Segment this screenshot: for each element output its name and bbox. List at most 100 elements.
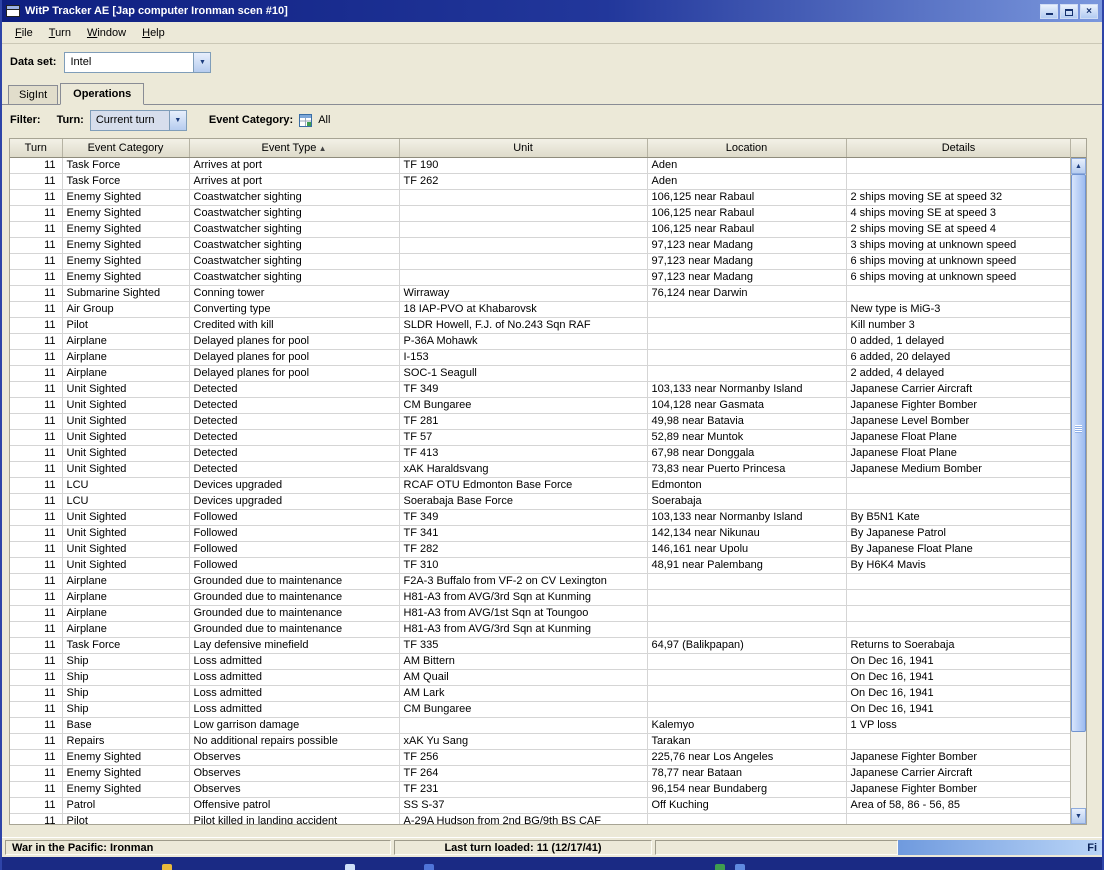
scrollbar-track[interactable] [1071, 174, 1086, 808]
maximize-button[interactable] [1060, 3, 1078, 19]
table-row[interactable]: 11 Enemy Sighted Coastwatcher sighting 97,1… [10, 237, 1070, 254]
table-row[interactable]: 11 Air Group Converting type 18 IAP-PVO at … [10, 301, 1070, 318]
table-row[interactable]: 11 Airplane Grounded due to maintenance H81… [10, 589, 1070, 606]
cell-turn: 11 [10, 781, 63, 798]
table-row[interactable]: 11 Enemy Sighted Observes TF 256 225,76 near… [10, 749, 1070, 766]
table-row[interactable]: 11 Unit Sighted Detected xAK Haraldsvang 73,… [10, 461, 1070, 478]
cell-unit [399, 189, 648, 206]
cell-event-category: Task Force [62, 637, 190, 654]
taskbar-icon[interactable] [735, 864, 745, 870]
sort-ascending-icon: ▲ [316, 143, 327, 153]
table-row[interactable]: 11 Pilot Credited with kill SLDR Howell, F.… [10, 317, 1070, 334]
table-row[interactable]: 11 Repairs No additional repairs possible x… [10, 733, 1070, 750]
table-row[interactable]: 11 Unit Sighted Detected TF 281 49,98 near B… [10, 413, 1070, 430]
table-row[interactable]: 11 Enemy Sighted Observes TF 264 78,77 near … [10, 765, 1070, 782]
table-row[interactable]: 11 Task Force Arrives at port TF 262 Aden [10, 173, 1070, 190]
cell-details: 6 added, 20 delayed [846, 349, 1070, 366]
menu-help[interactable]: Help [134, 24, 173, 42]
column-header-location[interactable]: Location [647, 139, 847, 158]
table-row[interactable]: 11 Enemy Sighted Coastwatcher sighting 106,… [10, 221, 1070, 238]
table-row[interactable]: 11 Unit Sighted Followed TF 349 103,133 near… [10, 509, 1070, 526]
table-row[interactable]: 11 Ship Loss admitted CM Bungaree On Dec 16,… [10, 701, 1070, 718]
taskbar-icon[interactable] [345, 864, 355, 870]
table-row[interactable]: 11 Enemy Sighted Coastwatcher sighting 106,… [10, 205, 1070, 222]
menu-file[interactable]: File [7, 24, 41, 42]
table-row[interactable]: 11 Task Force Lay defensive minefield TF 33… [10, 637, 1070, 654]
menu-turn[interactable]: Turn [41, 24, 79, 42]
table-row[interactable]: 11 Submarine Sighted Conning tower Wirraway… [10, 285, 1070, 302]
cell-unit: xAK Haraldsvang [399, 461, 648, 478]
cell-turn: 11 [10, 493, 63, 510]
cell-event-type: Grounded due to maintenance [189, 589, 400, 606]
table-row[interactable]: 11 Airplane Grounded due to maintenance F2A… [10, 573, 1070, 590]
table-row[interactable]: 11 Airplane Delayed planes for pool I-153 6 … [10, 349, 1070, 366]
tab-sigint[interactable]: SigInt [8, 85, 59, 104]
cell-turn: 11 [10, 477, 63, 494]
event-category-all-icon[interactable] [299, 113, 313, 127]
table-row[interactable]: 11 Pilot Pilot killed in landing accident A… [10, 813, 1070, 824]
table-row[interactable]: 11 Unit Sighted Followed TF 282 146,161 near… [10, 541, 1070, 558]
table-row[interactable]: 11 Enemy Sighted Coastwatcher sighting 97,1… [10, 253, 1070, 270]
table-row[interactable]: 11 Ship Loss admitted AM Quail On Dec 16, 19… [10, 669, 1070, 686]
cell-turn: 11 [10, 525, 63, 542]
table-row[interactable]: 11 Unit Sighted Detected TF 349 103,133 near… [10, 381, 1070, 398]
scroll-up-button[interactable]: ▲ [1071, 158, 1086, 174]
cell-turn: 11 [10, 685, 63, 702]
cell-turn: 11 [10, 717, 63, 734]
cell-location: 49,98 near Batavia [647, 413, 847, 430]
cell-event-type: Loss admitted [189, 685, 400, 702]
taskbar-icon[interactable] [162, 864, 172, 870]
column-header-details[interactable]: Details [846, 139, 1070, 158]
turn-filter-combobox[interactable]: Current turn ▼ [89, 109, 187, 131]
close-button[interactable]: × [1080, 3, 1098, 19]
table-row[interactable]: 11 Task Force Arrives at port TF 190 Aden [10, 157, 1070, 174]
table-row[interactable]: 11 Airplane Delayed planes for pool SOC-1 S… [10, 365, 1070, 382]
cell-event-type: Devices upgraded [189, 477, 400, 494]
maximize-icon [1065, 8, 1073, 16]
scrollbar-thumb[interactable] [1071, 174, 1086, 732]
table-row[interactable]: 11 Ship Loss admitted AM Bittern On Dec 16, … [10, 653, 1070, 670]
table-row[interactable]: 11 Base Low garrison damage Kalemyo 1 VP los… [10, 717, 1070, 734]
table-row[interactable]: 11 Unit Sighted Detected TF 413 67,98 near D… [10, 445, 1070, 462]
cell-event-category: Submarine Sighted [62, 285, 190, 302]
title-bar[interactable]: WitP Tracker AE [Jap computer Ironman sc… [2, 0, 1102, 22]
menu-window[interactable]: Window [79, 24, 134, 42]
scroll-down-button[interactable]: ▼ [1071, 808, 1086, 824]
table-row[interactable]: 11 Airplane Delayed planes for pool P-36A M… [10, 333, 1070, 350]
cell-location: 106,125 near Rabaul [647, 221, 847, 238]
minimize-button[interactable] [1040, 3, 1058, 19]
cell-unit: Wirraway [399, 285, 648, 302]
dataset-combobox[interactable]: Intel ▼ [64, 51, 212, 73]
background-window-titlebar[interactable]: Fi [898, 840, 1102, 855]
column-header-unit[interactable]: Unit [399, 139, 648, 158]
table-row[interactable]: 11 Airplane Grounded due to maintenance H81… [10, 621, 1070, 638]
table-row[interactable]: 11 Ship Loss admitted AM Lark On Dec 16, 194… [10, 685, 1070, 702]
dataset-dropdown-button[interactable]: ▼ [193, 52, 211, 72]
cell-turn: 11 [10, 749, 63, 766]
table-row[interactable]: 11 Unit Sighted Detected CM Bungaree 104,128… [10, 397, 1070, 414]
table-row[interactable]: 11 LCU Devices upgraded RCAF OTU Edmonton B… [10, 477, 1070, 494]
column-header-event-type[interactable]: Event Type ▲ [189, 139, 400, 158]
table-row[interactable]: 11 Unit Sighted Followed TF 310 48,91 near P… [10, 557, 1070, 574]
table-row[interactable]: 11 Airplane Grounded due to maintenance H81… [10, 605, 1070, 622]
taskbar-icon[interactable] [715, 864, 725, 870]
table-row[interactable]: 11 Enemy Sighted Coastwatcher sighting 106,… [10, 189, 1070, 206]
cell-unit: TF 262 [399, 173, 648, 190]
table-row[interactable]: 11 LCU Devices upgraded Soerabaja Base Forc… [10, 493, 1070, 510]
tab-operations[interactable]: Operations [60, 83, 145, 105]
column-header-turn[interactable]: Turn [10, 139, 63, 158]
cell-location: 146,161 near Upolu [647, 541, 847, 558]
table-row[interactable]: 11 Enemy Sighted Observes TF 231 96,154 near… [10, 781, 1070, 798]
taskbar-icon[interactable] [424, 864, 434, 870]
table-row[interactable]: 11 Enemy Sighted Coastwatcher sighting 97,1… [10, 269, 1070, 286]
turn-filter-dropdown-button[interactable]: ▼ [168, 110, 186, 130]
taskbar-strip [2, 857, 1102, 870]
table-row[interactable]: 11 Patrol Offensive patrol SS S-37 Off Kuchi… [10, 797, 1070, 814]
table-row[interactable]: 11 Unit Sighted Detected TF 57 52,89 near Mu… [10, 429, 1070, 446]
event-category-value[interactable]: All [318, 114, 330, 126]
cell-event-category: Airplane [62, 365, 190, 382]
table-row[interactable]: 11 Unit Sighted Followed TF 341 142,134 near… [10, 525, 1070, 542]
cell-event-category: Enemy Sighted [62, 253, 190, 270]
vertical-scrollbar[interactable]: ▲ ▼ [1070, 138, 1087, 825]
column-header-event-category[interactable]: Event Category [62, 139, 190, 158]
